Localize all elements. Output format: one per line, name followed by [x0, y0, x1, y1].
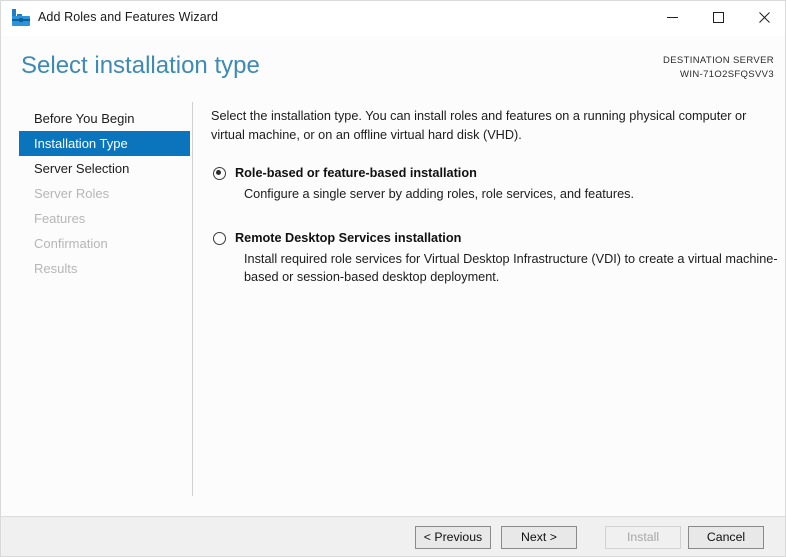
option-role-based-description: Configure a single server by adding role…	[244, 187, 634, 201]
cancel-button[interactable]: Cancel	[688, 526, 764, 549]
wizard-toolbox-icon	[11, 9, 30, 27]
window-title: Add Roles and Features Wizard	[38, 10, 219, 24]
sidebar-item-server-roles: Server Roles	[34, 186, 110, 201]
radio-remote-desktop-icon[interactable]	[213, 231, 226, 245]
sidebar-item-before-you-begin[interactable]: Before You Begin	[19, 106, 190, 131]
option-role-based-installation[interactable]: Role-based or feature-based installation…	[211, 165, 769, 204]
intro-text: Select the installation type. You can in…	[211, 109, 747, 142]
title-bar: Add Roles and Features Wizard	[1, 1, 785, 36]
destination-server-name: WIN-71O2SFQSVV3	[680, 69, 774, 80]
wizard-window: Add Roles and Features Wizard Select ins…	[0, 0, 786, 557]
wizard-footer: < Previous Next > Install Cancel	[1, 517, 785, 556]
destination-server-block: DESTINATION SERVER WIN-71O2SFQSVV3	[663, 54, 774, 82]
page-title: Select installation type	[21, 52, 260, 79]
wizard-step-nav: Before You Begin Installation Type Serve…	[1, 106, 191, 281]
destination-server-label: DESTINATION SERVER	[663, 55, 774, 66]
radio-role-based-icon[interactable]	[213, 167, 226, 180]
sidebar-item-confirmation: Confirmation	[34, 236, 108, 251]
page-header: Select installation type DESTINATION SER…	[1, 36, 785, 96]
installation-type-radio-group: Role-based or feature-based installation…	[211, 165, 778, 287]
sidebar-item-features: Features	[34, 211, 86, 226]
main-content: Select the installation type. You can in…	[211, 107, 778, 287]
option-remote-desktop-services[interactable]: Remote Desktop Services installation Ins…	[211, 230, 778, 287]
option-role-based-title: Role-based or feature-based installation	[235, 166, 477, 180]
sidebar-item-results: Results	[34, 261, 78, 276]
option-remote-desktop-description: Install required role services for Virtu…	[244, 251, 778, 285]
install-button: Install	[605, 526, 681, 549]
option-remote-desktop-title: Remote Desktop Services installation	[235, 230, 462, 245]
sidebar-item-installation-type[interactable]: Installation Type	[19, 131, 190, 156]
close-icon	[758, 12, 770, 23]
window-controls	[649, 1, 785, 34]
minimize-button[interactable]	[649, 1, 695, 34]
sidebar-item-server-selection[interactable]: Server Selection	[19, 156, 190, 181]
close-button[interactable]	[741, 1, 785, 34]
maximize-button[interactable]	[695, 1, 741, 34]
previous-button[interactable]: < Previous	[415, 526, 491, 549]
minimize-icon	[666, 17, 678, 18]
next-button[interactable]: Next >	[501, 526, 577, 549]
sidebar-divider	[192, 102, 193, 496]
maximize-icon	[712, 12, 724, 23]
